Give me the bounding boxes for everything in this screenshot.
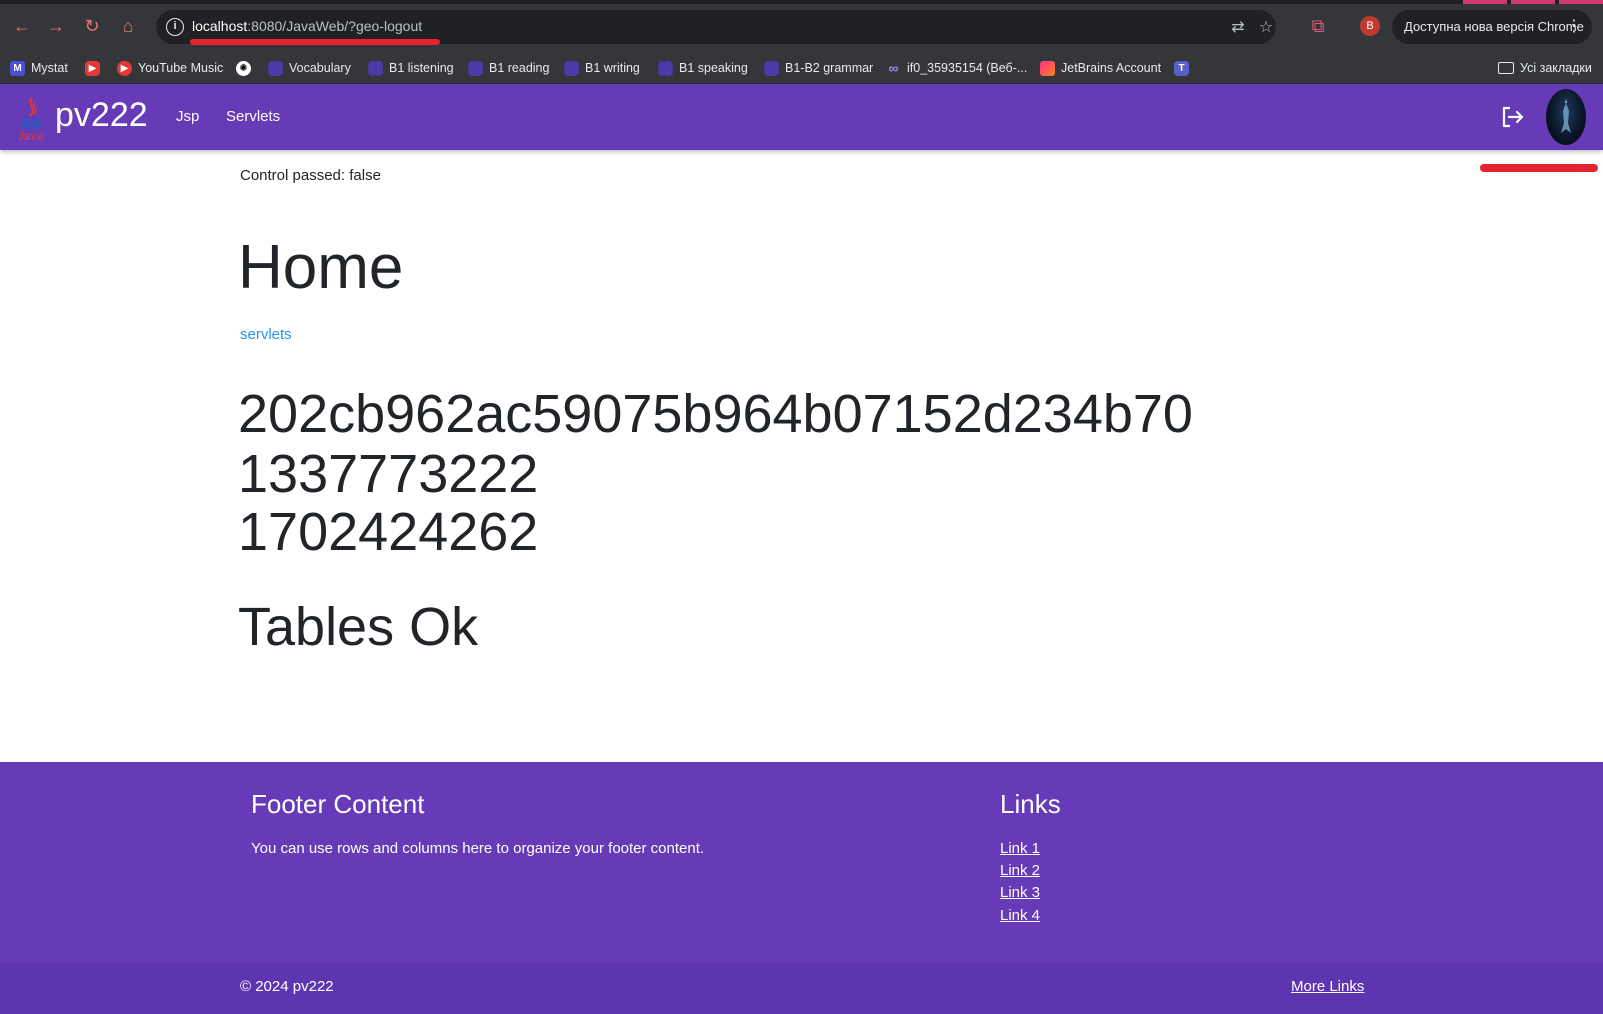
- footer-links-title: Links: [1000, 789, 1061, 819]
- back-icon[interactable]: ←: [10, 14, 34, 38]
- servlets-link[interactable]: servlets: [240, 326, 292, 343]
- bookmark-youtube-music[interactable]: ▶ YouTube Music: [117, 59, 223, 77]
- java-logo-icon[interactable]: Java: [16, 96, 48, 142]
- grid-app-icon: [268, 60, 283, 76]
- bookmark-star-icon[interactable]: ☆: [1256, 18, 1276, 38]
- profile-avatar[interactable]: B: [1360, 16, 1380, 36]
- brand-title[interactable]: pv222: [55, 96, 148, 135]
- teams-icon: T: [1174, 60, 1189, 76]
- control-status-text: Control passed: false: [240, 167, 381, 184]
- reload-icon[interactable]: ↻: [80, 14, 104, 38]
- bookmark-label: YouTube Music: [138, 61, 224, 75]
- avatar-figure-icon: [1561, 99, 1571, 133]
- bookmark-label: B1 writing: [585, 61, 640, 75]
- bookmark-b1-reading[interactable]: B1 reading: [468, 59, 549, 77]
- chrome-update-button[interactable]: Доступна нова версія Chrome ⋮: [1392, 10, 1592, 44]
- bookmark-youtube[interactable]: ▶: [85, 59, 100, 77]
- home-icon[interactable]: ⌂: [116, 14, 140, 38]
- bookmark-label: if0_35935154 (Веб-...: [907, 61, 1028, 75]
- hash-line: 202cb962ac59075b964b07152d234b70: [238, 384, 1193, 444]
- number-line: 1702424262: [238, 502, 539, 562]
- footer-link-2[interactable]: Link 2: [1000, 862, 1040, 879]
- bookmark-teams[interactable]: T: [1174, 59, 1189, 77]
- footer-content-text: You can use rows and columns here to org…: [251, 840, 705, 857]
- menu-kebab-icon[interactable]: ⋮: [1566, 10, 1582, 44]
- jetbrains-icon: [1040, 60, 1055, 76]
- nav-link-servlets[interactable]: Servlets: [226, 108, 280, 125]
- bookmark-label: Mystat: [31, 61, 68, 75]
- bookmark-infinityfree[interactable]: ∞ if0_35935154 (Веб-...: [886, 59, 1028, 77]
- page-footer: Footer Content You can use rows and colu…: [0, 762, 1603, 962]
- bookmark-chatgpt[interactable]: ✺: [236, 59, 251, 77]
- bookmark-b1-listening[interactable]: B1 listening: [368, 59, 454, 77]
- bookmark-label: B1 speaking: [679, 61, 748, 75]
- grid-app-icon: [658, 60, 673, 76]
- translate-icon[interactable]: ⇄: [1228, 18, 1248, 38]
- youtube-icon: ▶: [85, 60, 100, 76]
- forward-icon[interactable]: →: [44, 14, 68, 38]
- logout-icon[interactable]: [1500, 104, 1526, 130]
- footer-link-1[interactable]: Link 1: [1000, 840, 1040, 857]
- footer-link-4[interactable]: Link 4: [1000, 907, 1040, 924]
- bookmark-label: B1-B2 grammar: [785, 61, 874, 75]
- url-text[interactable]: localhost:8080/JavaWeb/?geo-logout: [192, 18, 422, 34]
- grid-app-icon: [564, 60, 579, 76]
- page-title: Home: [238, 233, 404, 302]
- bookmark-label: Vocabulary: [289, 61, 351, 75]
- all-bookmarks-label: Усі закладки: [1520, 61, 1592, 75]
- youtube-music-icon: ▶: [117, 60, 132, 76]
- browser-toolbar: ← → ↻ ⌂ i localhost:8080/JavaWeb/?geo-lo…: [0, 0, 1603, 52]
- url-path: :8080/JavaWeb/?geo-logout: [247, 18, 423, 34]
- bookmark-label: JetBrains Account: [1061, 61, 1162, 75]
- tab-strip: [0, 0, 1603, 4]
- tables-status: Tables Ok: [238, 597, 479, 657]
- grid-app-icon: [368, 60, 383, 76]
- java-logo-text: Java: [18, 129, 44, 142]
- nav-link-jsp[interactable]: Jsp: [176, 108, 199, 125]
- folder-icon: [1498, 62, 1514, 74]
- url-host: localhost: [192, 18, 248, 34]
- bookmark-label: B1 reading: [489, 61, 550, 75]
- bookmark-b1-b2-grammar[interactable]: B1-B2 grammar: [764, 59, 873, 77]
- all-bookmarks[interactable]: Усі закладки: [1498, 59, 1592, 77]
- footer-link-3[interactable]: Link 3: [1000, 884, 1040, 901]
- more-links-link[interactable]: More Links: [1291, 978, 1364, 995]
- user-avatar[interactable]: [1546, 89, 1586, 145]
- grid-app-icon: [764, 60, 779, 76]
- site-info-icon[interactable]: i: [166, 18, 184, 36]
- bookmark-b1-writing[interactable]: B1 writing: [564, 59, 640, 77]
- footer-content-title: Footer Content: [251, 789, 425, 819]
- copyright-text: © 2024 pv222: [240, 978, 334, 995]
- extensions-icon[interactable]: ⧉: [1307, 15, 1329, 37]
- chatgpt-icon: ✺: [236, 60, 251, 76]
- url-annotation-underline: [190, 39, 440, 45]
- bookmark-jetbrains[interactable]: JetBrains Account: [1040, 59, 1161, 77]
- infinity-icon: ∞: [888, 59, 899, 76]
- tab-indicators: [1463, 0, 1603, 4]
- grid-app-icon: [468, 60, 483, 76]
- app-navbar: Java pv222 Jsp Servlets: [0, 84, 1603, 150]
- copyright-bar: © 2024 pv222 More Links: [0, 962, 1603, 1014]
- bookmark-b1-speaking[interactable]: B1 speaking: [658, 59, 748, 77]
- mystat-icon: M: [10, 60, 25, 76]
- number-line: 1337773222: [238, 444, 539, 504]
- bookmark-label: B1 listening: [389, 61, 454, 75]
- bookmarks-bar: M Mystat ▶ ▶ YouTube Music ✺ Vocabulary B1…: [0, 52, 1603, 84]
- bookmark-vocabulary[interactable]: Vocabulary: [268, 59, 351, 77]
- bookmark-mystat[interactable]: M Mystat: [10, 59, 68, 77]
- avatar-annotation-underline: [1480, 164, 1598, 172]
- update-label: Доступна нова версія Chrome: [1404, 19, 1584, 34]
